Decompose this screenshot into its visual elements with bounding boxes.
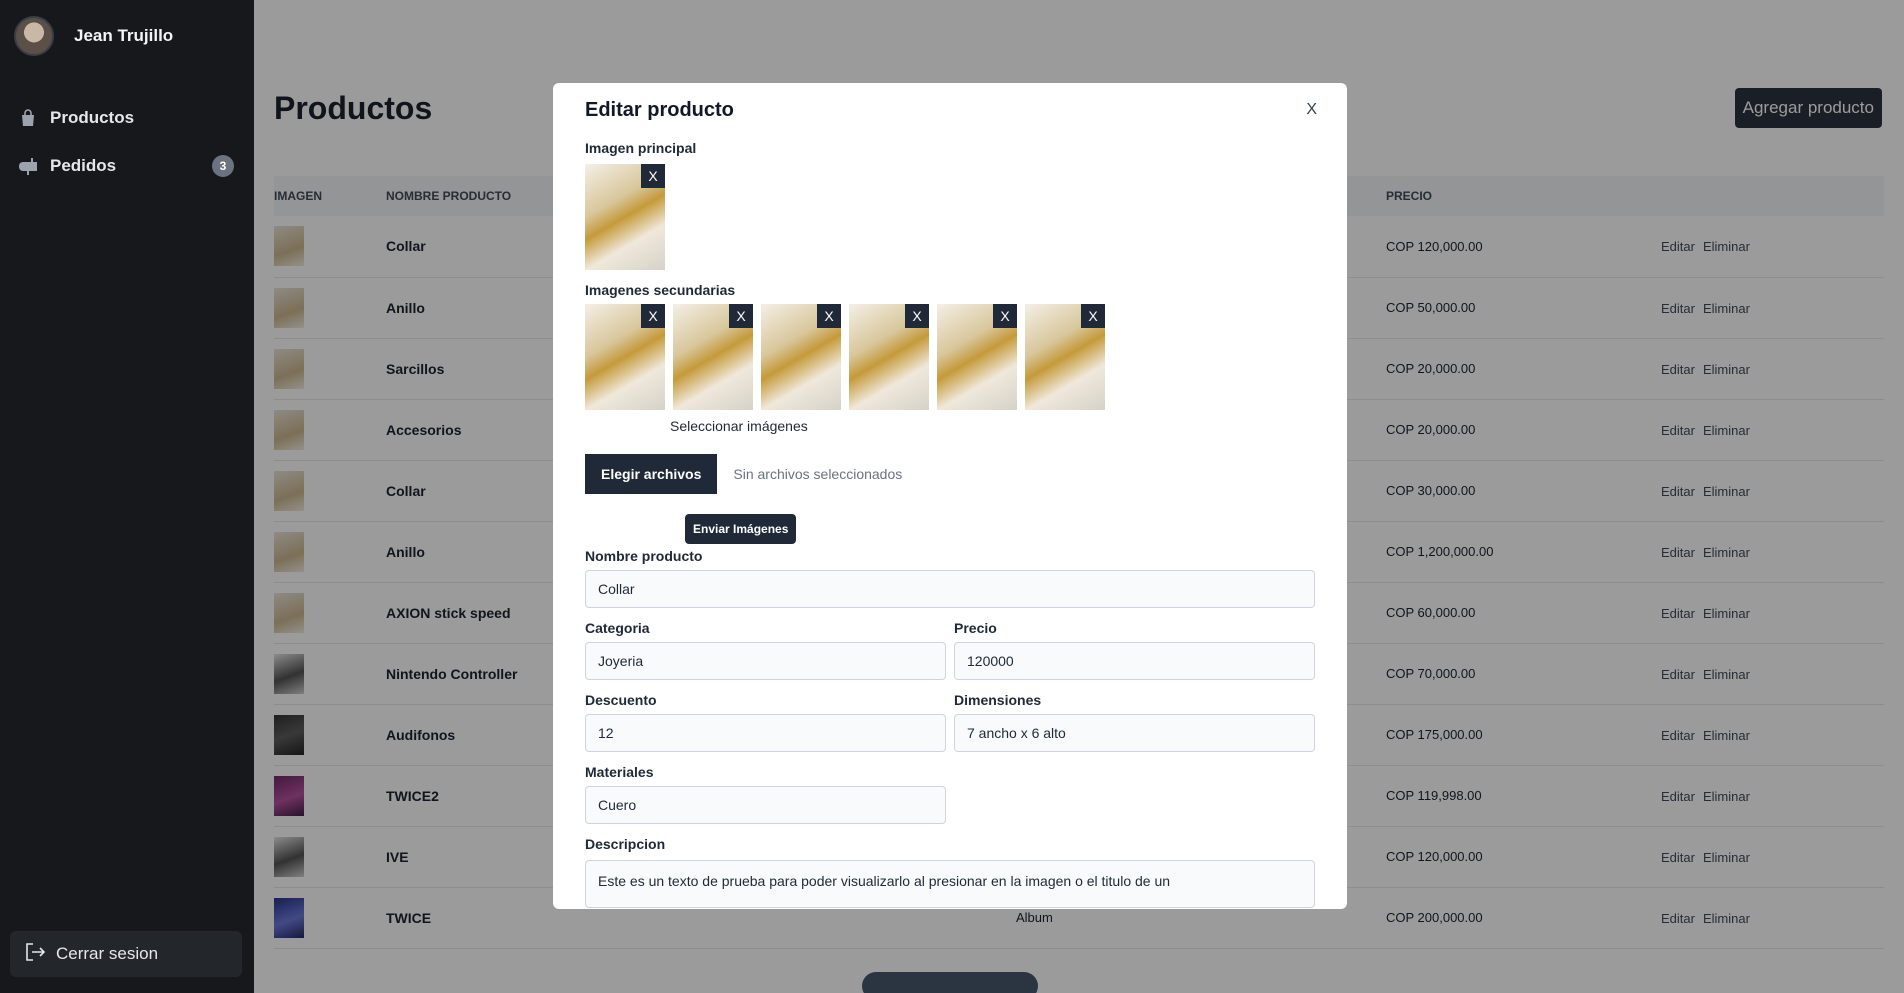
- logout-label: Cerrar sesion: [56, 944, 159, 963]
- logout-icon: [24, 942, 46, 967]
- category-price-row: Categoria Joyeria Precio 120000: [585, 620, 1315, 680]
- secondary-images-label: Imagenes secundarias: [585, 282, 736, 298]
- materials-row: Materiales Cuero: [585, 764, 1315, 824]
- remove-secondary-image-button[interactable]: X: [905, 304, 929, 328]
- user-name: Jean Trujillo: [74, 26, 174, 45]
- secondary-image: X: [761, 304, 841, 410]
- modal-title: Editar producto: [585, 99, 734, 121]
- remove-secondary-image-button[interactable]: X: [993, 304, 1017, 328]
- product-name-label: Nombre producto: [585, 548, 703, 564]
- materials-label: Materiales: [585, 764, 654, 780]
- sidebar-nav: Productos Pedidos 3: [0, 94, 254, 190]
- secondary-image: X: [849, 304, 929, 410]
- price-label: Precio: [954, 620, 997, 636]
- remove-secondary-image-button[interactable]: X: [1081, 304, 1105, 328]
- dimensions-input[interactable]: 7 ancho x 6 alto: [954, 714, 1315, 752]
- secondary-images-row: XXXXXX: [585, 304, 1315, 410]
- choose-files-button[interactable]: Elegir archivos: [585, 454, 718, 494]
- discount-label: Descuento: [585, 692, 657, 708]
- sidebar-item-label: Productos: [50, 108, 135, 127]
- materials-field: Materiales Cuero: [585, 764, 946, 824]
- bottom-dock: [862, 972, 1038, 993]
- user-profile: Jean Trujillo: [0, 0, 254, 72]
- remove-secondary-image-button[interactable]: X: [729, 304, 753, 328]
- price-input[interactable]: 120000: [954, 642, 1315, 680]
- product-name-field: Nombre producto Collar: [585, 548, 1315, 608]
- send-images-button[interactable]: Enviar Imágenes: [685, 514, 797, 544]
- logout-button[interactable]: Cerrar sesion: [10, 931, 242, 977]
- discount-input[interactable]: 12: [585, 714, 946, 752]
- discount-field: Descuento 12: [585, 692, 946, 752]
- mailbox-icon: [18, 156, 38, 176]
- avatar: [14, 16, 54, 56]
- description-label: Descripcion: [585, 836, 666, 852]
- main-image-label: Imagen principal: [585, 140, 697, 156]
- remove-main-image-button[interactable]: X: [641, 164, 665, 188]
- no-files-text: Sin archivos seleccionados: [733, 466, 903, 482]
- app-root: Jean Trujillo Productos Pedidos 3 Cerrar: [0, 0, 1904, 993]
- discount-dimensions-row: Descuento 12 Dimensiones 7 ancho x 6 alt…: [585, 692, 1315, 752]
- sidebar-item-productos[interactable]: Productos: [0, 94, 254, 142]
- category-field: Categoria Joyeria: [585, 620, 946, 680]
- sidebar-item-pedidos[interactable]: Pedidos 3: [0, 142, 254, 190]
- product-name-input[interactable]: Collar: [585, 570, 1315, 608]
- orders-count-badge: 3: [212, 155, 234, 177]
- price-field: Precio 120000: [954, 620, 1315, 680]
- secondary-image: X: [937, 304, 1017, 410]
- secondary-image: X: [585, 304, 665, 410]
- materials-input[interactable]: Cuero: [585, 786, 946, 824]
- dimensions-field: Dimensiones 7 ancho x 6 alto: [954, 692, 1315, 752]
- main-image: X: [585, 164, 665, 270]
- description-field: Descripcion Este es un texto de prueba p…: [585, 836, 1315, 908]
- sidebar-item-label: Pedidos: [50, 156, 117, 175]
- category-label: Categoria: [585, 620, 650, 636]
- sidebar: Jean Trujillo Productos Pedidos 3 Cerrar: [0, 0, 254, 993]
- category-input[interactable]: Joyeria: [585, 642, 946, 680]
- file-input: Elegir archivos Sin archivos seleccionad…: [585, 454, 1315, 494]
- shopping-bag-icon: [18, 108, 38, 128]
- secondary-image: X: [673, 304, 753, 410]
- select-images-label: Seleccionar imágenes: [670, 418, 808, 434]
- secondary-image: X: [1025, 304, 1105, 410]
- description-textarea[interactable]: Este es un texto de prueba para poder vi…: [585, 860, 1315, 908]
- dimensions-label: Dimensiones: [954, 692, 1042, 708]
- edit-product-modal: X Editar producto Imagen principal X Ima…: [553, 83, 1347, 909]
- close-modal-button[interactable]: X: [1306, 101, 1317, 119]
- remove-secondary-image-button[interactable]: X: [817, 304, 841, 328]
- remove-secondary-image-button[interactable]: X: [641, 304, 665, 328]
